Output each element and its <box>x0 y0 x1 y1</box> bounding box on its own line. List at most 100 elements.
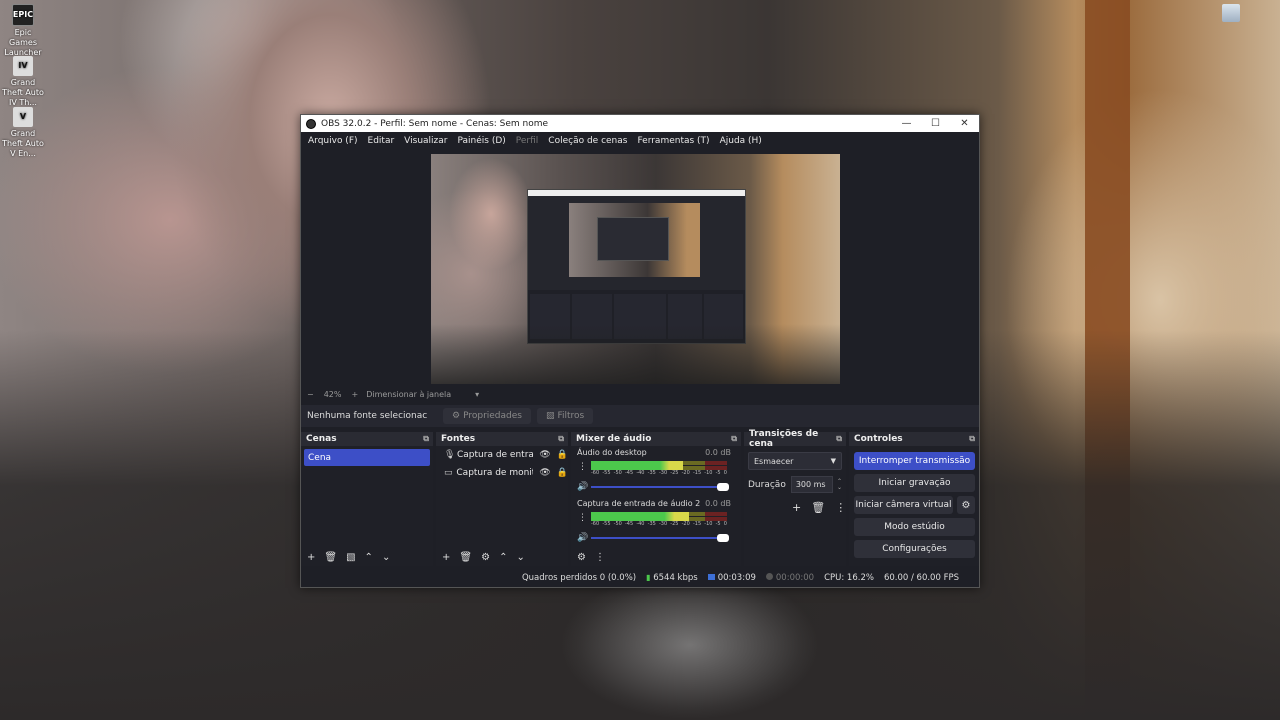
epic-games-icon: EPIC <box>12 4 34 26</box>
properties-button[interactable]: ⚙ Propriedades <box>443 408 531 424</box>
menu-editar[interactable]: Editar <box>363 136 400 146</box>
menu-paineis[interactable]: Painéis (D) <box>452 136 510 146</box>
chevron-up-icon[interactable]: ⌃ <box>499 552 507 563</box>
record-time: 00:00:00 <box>775 572 815 583</box>
wallpaper-shirt <box>560 570 820 720</box>
chevron-down-icon: ▼ <box>830 457 836 465</box>
add-icon[interactable]: + <box>307 552 315 563</box>
kebab-menu-icon[interactable]: ⋮ <box>578 513 587 523</box>
gear-icon[interactable]: ⚙ <box>957 496 975 514</box>
eye-icon[interactable]: 👁 <box>539 450 550 460</box>
trash-icon[interactable]: 🗑 <box>811 501 825 514</box>
virtual-camera-button[interactable]: Iniciar câmera virtual <box>854 496 953 514</box>
source-item[interactable]: ▭ Captura de monitor 👁 🔒 <box>436 464 568 482</box>
add-icon[interactable]: + <box>792 501 801 514</box>
undock-icon[interactable]: ⧉ <box>558 434 564 444</box>
close-button[interactable]: ✕ <box>950 118 979 129</box>
mixer-footer: ⚙ ⋮ <box>571 548 741 566</box>
menu-ajuda[interactable]: Ajuda (H) <box>715 136 767 146</box>
slider-knob[interactable] <box>717 534 729 542</box>
menu-arquivo[interactable]: Arquivo (F) <box>303 136 363 146</box>
menu-colecao-cenas[interactable]: Coleção de cenas <box>543 136 632 146</box>
undock-icon[interactable]: ⧉ <box>423 434 429 444</box>
settings-button[interactable]: Configurações <box>854 540 975 558</box>
zoom-out-button[interactable]: − <box>307 390 314 399</box>
meter-tick-label: -40 <box>636 470 645 476</box>
mixer-channel: Captura de entrada de áudio 2 0.0 dB ⋮ -… <box>571 497 741 548</box>
slider-track[interactable] <box>591 483 729 491</box>
preview-area[interactable]: − 42% + Dimensionar à janela ▾ <box>301 151 979 399</box>
meter-tick-label: -60 <box>591 470 600 476</box>
studio-mode-button[interactable]: Modo estúdio <box>854 518 975 536</box>
duration-input[interactable]: 300 ms <box>790 476 833 493</box>
kebab-menu-icon[interactable]: ⋮ <box>595 552 605 563</box>
lock-icon[interactable]: 🔒 <box>557 468 568 478</box>
stop-stream-button[interactable]: Interromper transmissão <box>854 452 975 470</box>
status-bar: Quadros perdidos 0 (0.0%) ▮ 6544 kbps 00… <box>301 568 979 587</box>
gta-iv-icon: IV <box>13 56 33 76</box>
eye-icon[interactable]: 👁 <box>539 468 550 478</box>
meter-tick-label: -35 <box>647 470 656 476</box>
desktop-icon-label: Epic Games Launcher <box>4 28 42 57</box>
sources-header: Fontes ⧉ <box>436 432 568 446</box>
dropped-frames: Quadros perdidos 0 (0.0%) <box>521 572 637 583</box>
trash-icon[interactable]: 🗑 <box>459 552 472 563</box>
menu-ferramentas[interactable]: Ferramentas (T) <box>632 136 714 146</box>
chevron-down-icon[interactable]: ⌄ <box>516 552 524 563</box>
stream-time: 00:03:09 <box>717 572 756 583</box>
scene-item[interactable]: Cena <box>304 449 430 466</box>
add-icon[interactable]: + <box>442 552 450 563</box>
kebab-menu-icon[interactable]: ⋮ <box>578 462 587 472</box>
meter-tick-label: -5 <box>715 470 721 476</box>
monitor-icon: ▭ <box>444 468 453 478</box>
meter-fill <box>591 512 689 521</box>
fit-to-window-select[interactable]: Dimensionar à janela <box>366 390 451 399</box>
zoom-in-button[interactable]: + <box>351 390 358 399</box>
desktop-icon-gta-v[interactable]: V Grand Theft Auto V En... <box>2 107 44 159</box>
maximize-button[interactable]: ☐ <box>921 118 950 129</box>
filters-button[interactable]: ▧ Filtros <box>536 408 594 424</box>
lock-icon[interactable]: 🔒 <box>557 450 568 460</box>
recycle-bin-icon[interactable] <box>1222 4 1240 22</box>
menu-visualizar[interactable]: Visualizar <box>399 136 452 146</box>
kebab-menu-icon[interactable]: ⋮ <box>835 501 846 514</box>
zoom-value: 42% <box>323 389 342 399</box>
filter-icon[interactable]: ▧ <box>346 552 355 563</box>
meter-tick-label: -5 <box>715 521 721 527</box>
microphone-icon: 🎙 <box>444 450 456 460</box>
chevron-down-icon[interactable]: ▾ <box>475 390 479 399</box>
slider-track[interactable] <box>591 534 729 542</box>
speaker-icon[interactable]: 🔊 <box>577 533 591 543</box>
minimize-button[interactable]: — <box>892 118 921 129</box>
undock-icon[interactable]: ⧉ <box>969 434 975 444</box>
meter-tick-label: -45 <box>624 521 634 527</box>
undock-icon[interactable]: ⧉ <box>836 434 842 444</box>
chevron-down-icon[interactable]: ⌄ <box>382 552 390 563</box>
scenes-dock: Cenas ⧉ Cena + 🗑 ▧ ⌃ ⌄ <box>301 432 433 566</box>
dock-area: Cenas ⧉ Cena + 🗑 ▧ ⌃ ⌄ Fontes ⧉ 🎙 Captur… <box>301 429 979 566</box>
meter-tick-label: -55 <box>602 470 611 476</box>
preview-shadow <box>431 324 840 384</box>
slider-knob[interactable] <box>717 483 729 491</box>
start-recording-button[interactable]: Iniciar gravação <box>854 474 975 492</box>
source-item[interactable]: 🎙 Captura de entrada 👁 🔒 <box>436 446 568 464</box>
desktop-icon-epic[interactable]: EPIC Epic Games Launcher <box>2 4 44 58</box>
menu-perfil[interactable]: Perfil <box>511 136 544 146</box>
cpu-usage: CPU: 16.2% <box>824 572 874 583</box>
scenes-header: Cenas ⧉ <box>301 432 433 446</box>
advanced-audio-icon[interactable]: ⚙ <box>577 552 586 563</box>
volume-slider[interactable]: 🔊 <box>577 482 729 492</box>
meter-tick-label: -15 <box>692 521 702 527</box>
chevron-up-icon[interactable]: ⌃ <box>365 552 373 563</box>
gear-icon[interactable]: ⚙ <box>481 552 490 563</box>
volume-slider[interactable]: 🔊 <box>577 533 729 543</box>
title-bar[interactable]: OBS 32.0.2 - Perfil: Sem nome - Cenas: S… <box>301 115 979 132</box>
desktop-icon-gta-iv[interactable]: IV Grand Theft Auto IV Th... <box>2 56 44 108</box>
preview-canvas[interactable] <box>431 154 840 384</box>
transition-select[interactable]: Esmaecer ▼ <box>748 452 842 470</box>
speaker-icon[interactable]: 🔊 <box>577 482 591 492</box>
transitions-title: Transições de cena <box>749 429 819 449</box>
duration-stepper[interactable]: ⌃ ⌄ <box>837 478 842 491</box>
undock-icon[interactable]: ⧉ <box>731 434 737 444</box>
trash-icon[interactable]: 🗑 <box>324 552 337 563</box>
